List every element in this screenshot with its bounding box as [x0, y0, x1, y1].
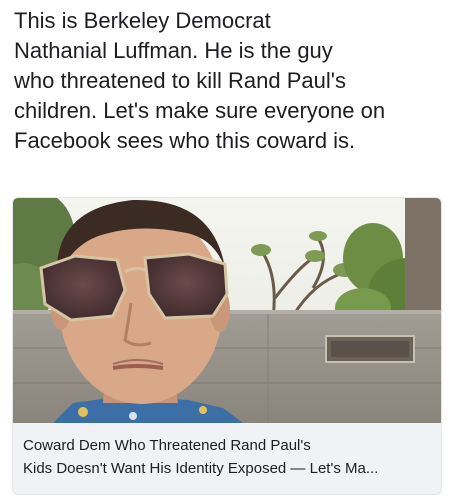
- link-preview-title[interactable]: Coward Dem Who Threatened Rand Paul's Ki…: [23, 434, 433, 480]
- post-text-line: children. Let's make sure everyone on: [14, 98, 386, 123]
- post-text-line: Nathanial Luffman. He is the guy: [14, 38, 333, 63]
- link-title-line: Coward Dem Who Threatened Rand Paul's: [23, 437, 311, 454]
- post-text-line: who threatened to kill Rand Paul's: [14, 68, 346, 93]
- post-text: This is Berkeley Democrat Nathanial Luff…: [14, 6, 440, 156]
- post-text-line: This is Berkeley Democrat: [14, 8, 271, 33]
- photo-icon: [13, 198, 441, 423]
- link-preview-image[interactable]: [13, 198, 441, 423]
- link-preview-card[interactable]: Coward Dem Who Threatened Rand Paul's Ki…: [12, 197, 442, 495]
- link-title-line: Kids Doesn't Want His Identity Exposed —…: [23, 460, 379, 477]
- post-text-line: Facebook sees who this coward is.: [14, 128, 356, 153]
